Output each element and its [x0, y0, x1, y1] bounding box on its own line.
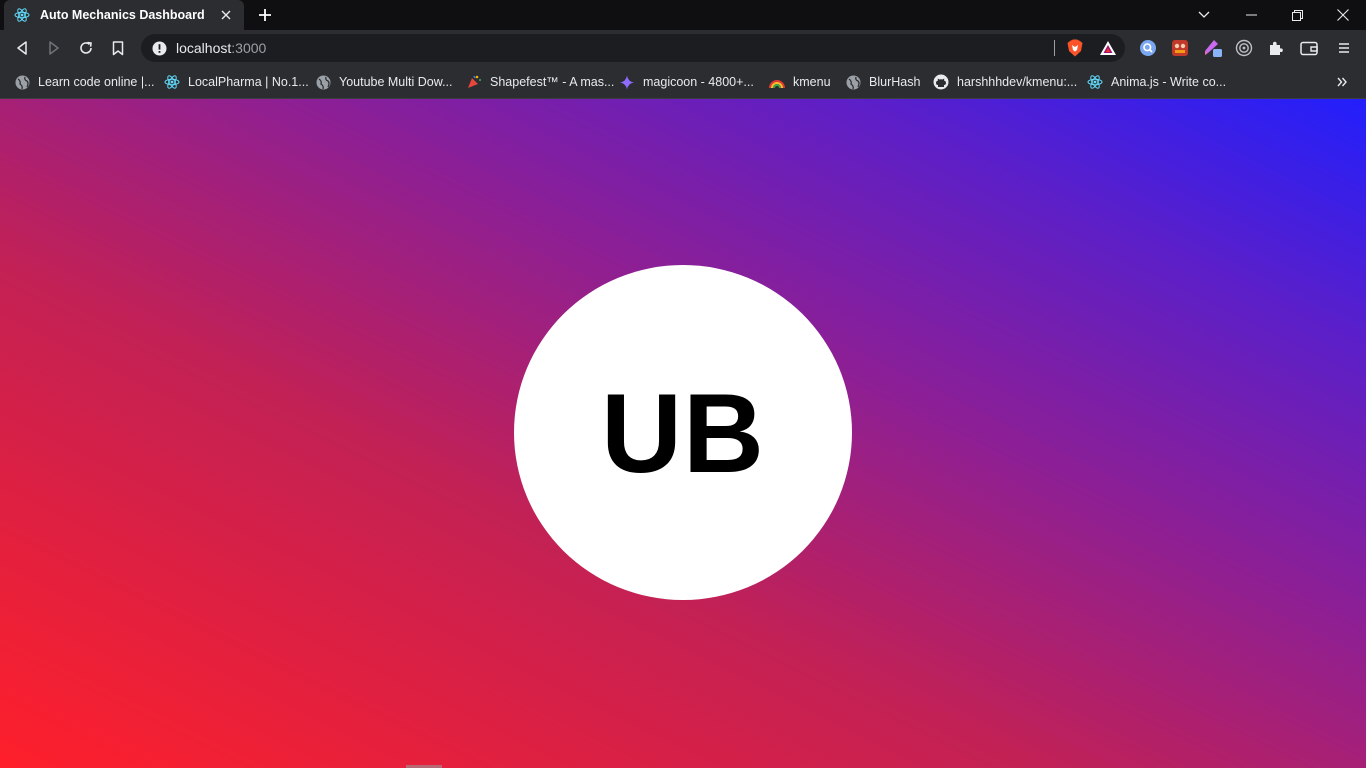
bookmark-item[interactable]: Shapefest™ - A mas...	[466, 72, 614, 92]
bookmark-label: Learn code online |...	[38, 75, 155, 89]
github-icon	[933, 74, 949, 90]
url-text: localhost:3000	[176, 40, 266, 56]
close-icon[interactable]	[1320, 0, 1366, 30]
globe-icon	[845, 74, 861, 90]
omnibox-divider	[1054, 40, 1055, 56]
restore-icon[interactable]	[1274, 0, 1320, 30]
tab-close-icon[interactable]	[218, 7, 234, 23]
tab-title: Auto Mechanics Dashboard	[40, 8, 205, 22]
sparkle-icon	[619, 74, 635, 90]
lens-extension-icon[interactable]	[1137, 37, 1159, 59]
reload-icon[interactable]	[73, 35, 99, 61]
react-icon	[1087, 74, 1103, 90]
bookmark-label: LocalPharma | No.1...	[188, 75, 309, 89]
url-host: localhost	[176, 40, 232, 56]
brave-shields-icon[interactable]	[1065, 38, 1085, 58]
game-extension-icon[interactable]	[1169, 37, 1191, 59]
tab-active[interactable]: Auto Mechanics Dashboard	[4, 0, 244, 30]
brave-rewards-icon[interactable]	[1098, 38, 1118, 58]
new-tab-icon[interactable]	[255, 5, 275, 25]
address-bar[interactable]: localhost:3000	[141, 34, 1125, 62]
react-icon	[14, 7, 30, 23]
globe-icon	[315, 74, 331, 90]
bookmark-item[interactable]: magicoon - 4800+...	[619, 72, 754, 92]
extensions-puzzle-icon[interactable]	[1265, 37, 1287, 59]
logo-text: UB	[601, 371, 765, 496]
bookmark-label: Anima.js - Write co...	[1111, 75, 1227, 89]
bookmark-item[interactable]: harshhhdev/kmenu:...	[933, 72, 1077, 92]
site-info-icon[interactable]	[151, 40, 167, 56]
bookmark-label: BlurHash	[869, 75, 921, 89]
toolbar: localhost:3000	[0, 30, 1366, 66]
forward-icon[interactable]	[41, 35, 67, 61]
bookmark-item[interactable]: LocalPharma | No.1...	[164, 72, 309, 92]
globe-icon	[14, 74, 30, 90]
bookmark-item[interactable]: Learn code online |...	[14, 72, 155, 92]
tab-search-chevron-icon[interactable]	[1194, 5, 1214, 25]
bookmark-item[interactable]: Youtube Multi Dow...	[315, 72, 453, 92]
bookmark-label: kmenu	[793, 75, 831, 89]
wallet-icon[interactable]	[1298, 37, 1320, 59]
tab-strip: Auto Mechanics Dashboard	[0, 0, 1366, 30]
bookmark-label: harshhhdev/kmenu:...	[957, 75, 1078, 89]
target-extension-icon[interactable]	[1233, 37, 1255, 59]
bookmarks-bar: Learn code online |... LocalPharma | No.…	[0, 66, 1366, 98]
back-icon[interactable]	[9, 35, 35, 61]
rainbow-icon	[769, 74, 785, 90]
bookmark-label: Youtube Multi Dow...	[339, 75, 453, 89]
menu-icon[interactable]	[1333, 37, 1355, 59]
window-controls	[1228, 0, 1366, 30]
minimize-icon[interactable]	[1228, 0, 1274, 30]
bookmark-item[interactable]: kmenu	[769, 72, 831, 92]
url-port: :3000	[231, 40, 267, 56]
party-popper-icon	[466, 74, 482, 90]
page-background: UB	[0, 99, 1366, 768]
bookmark-item[interactable]: BlurHash	[845, 72, 920, 92]
bookmark-label: magicoon - 4800+...	[643, 75, 754, 89]
color-picker-extension-icon[interactable]	[1202, 37, 1224, 59]
logo-circle: UB	[514, 265, 852, 600]
react-icon	[164, 74, 180, 90]
bookmark-icon[interactable]	[105, 35, 131, 61]
bookmark-item[interactable]: Anima.js - Write co...	[1087, 72, 1226, 92]
bookmark-label: Shapefest™ - A mas...	[490, 75, 615, 89]
bookmarks-overflow-icon[interactable]	[1332, 72, 1352, 92]
